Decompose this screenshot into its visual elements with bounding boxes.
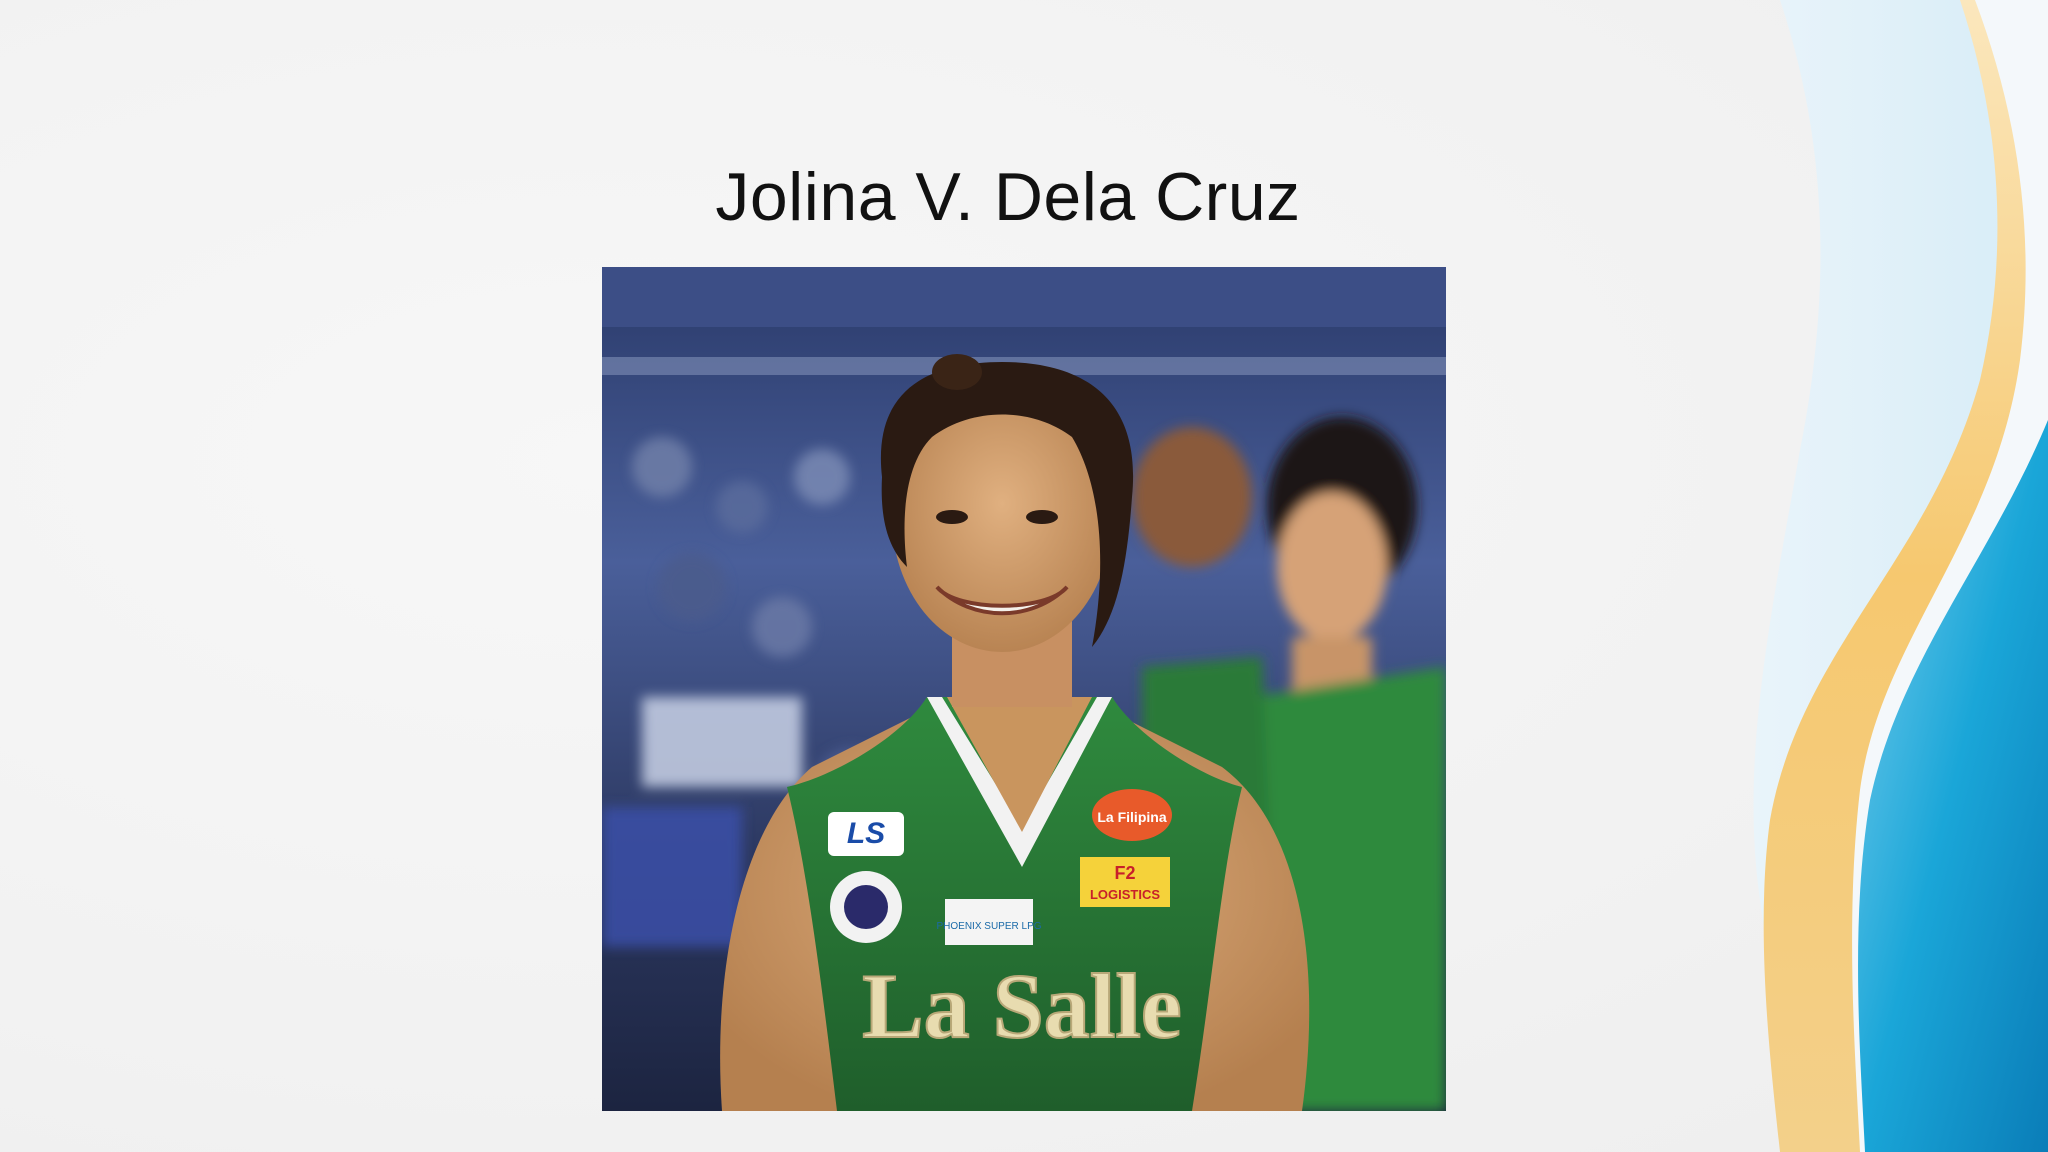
- slide: Jolina V. Dela Cruz LS La Filipina F2 LO…: [0, 0, 2048, 1152]
- slide-title: Jolina V. Dela Cruz: [715, 159, 1301, 235]
- svg-text:La Filipina: La Filipina: [1097, 809, 1166, 825]
- player-photo: LS La Filipina F2 LOGISTICS PHOENIX SUPE…: [602, 267, 1446, 1111]
- svg-text:PHOENIX SUPER LPG: PHOENIX SUPER LPG: [936, 921, 1041, 932]
- svg-text:F2: F2: [1114, 863, 1135, 883]
- svg-text:LS: LS: [847, 817, 885, 850]
- svg-text:LOGISTICS: LOGISTICS: [1090, 887, 1160, 902]
- svg-text:La Salle: La Salle: [862, 955, 1181, 1057]
